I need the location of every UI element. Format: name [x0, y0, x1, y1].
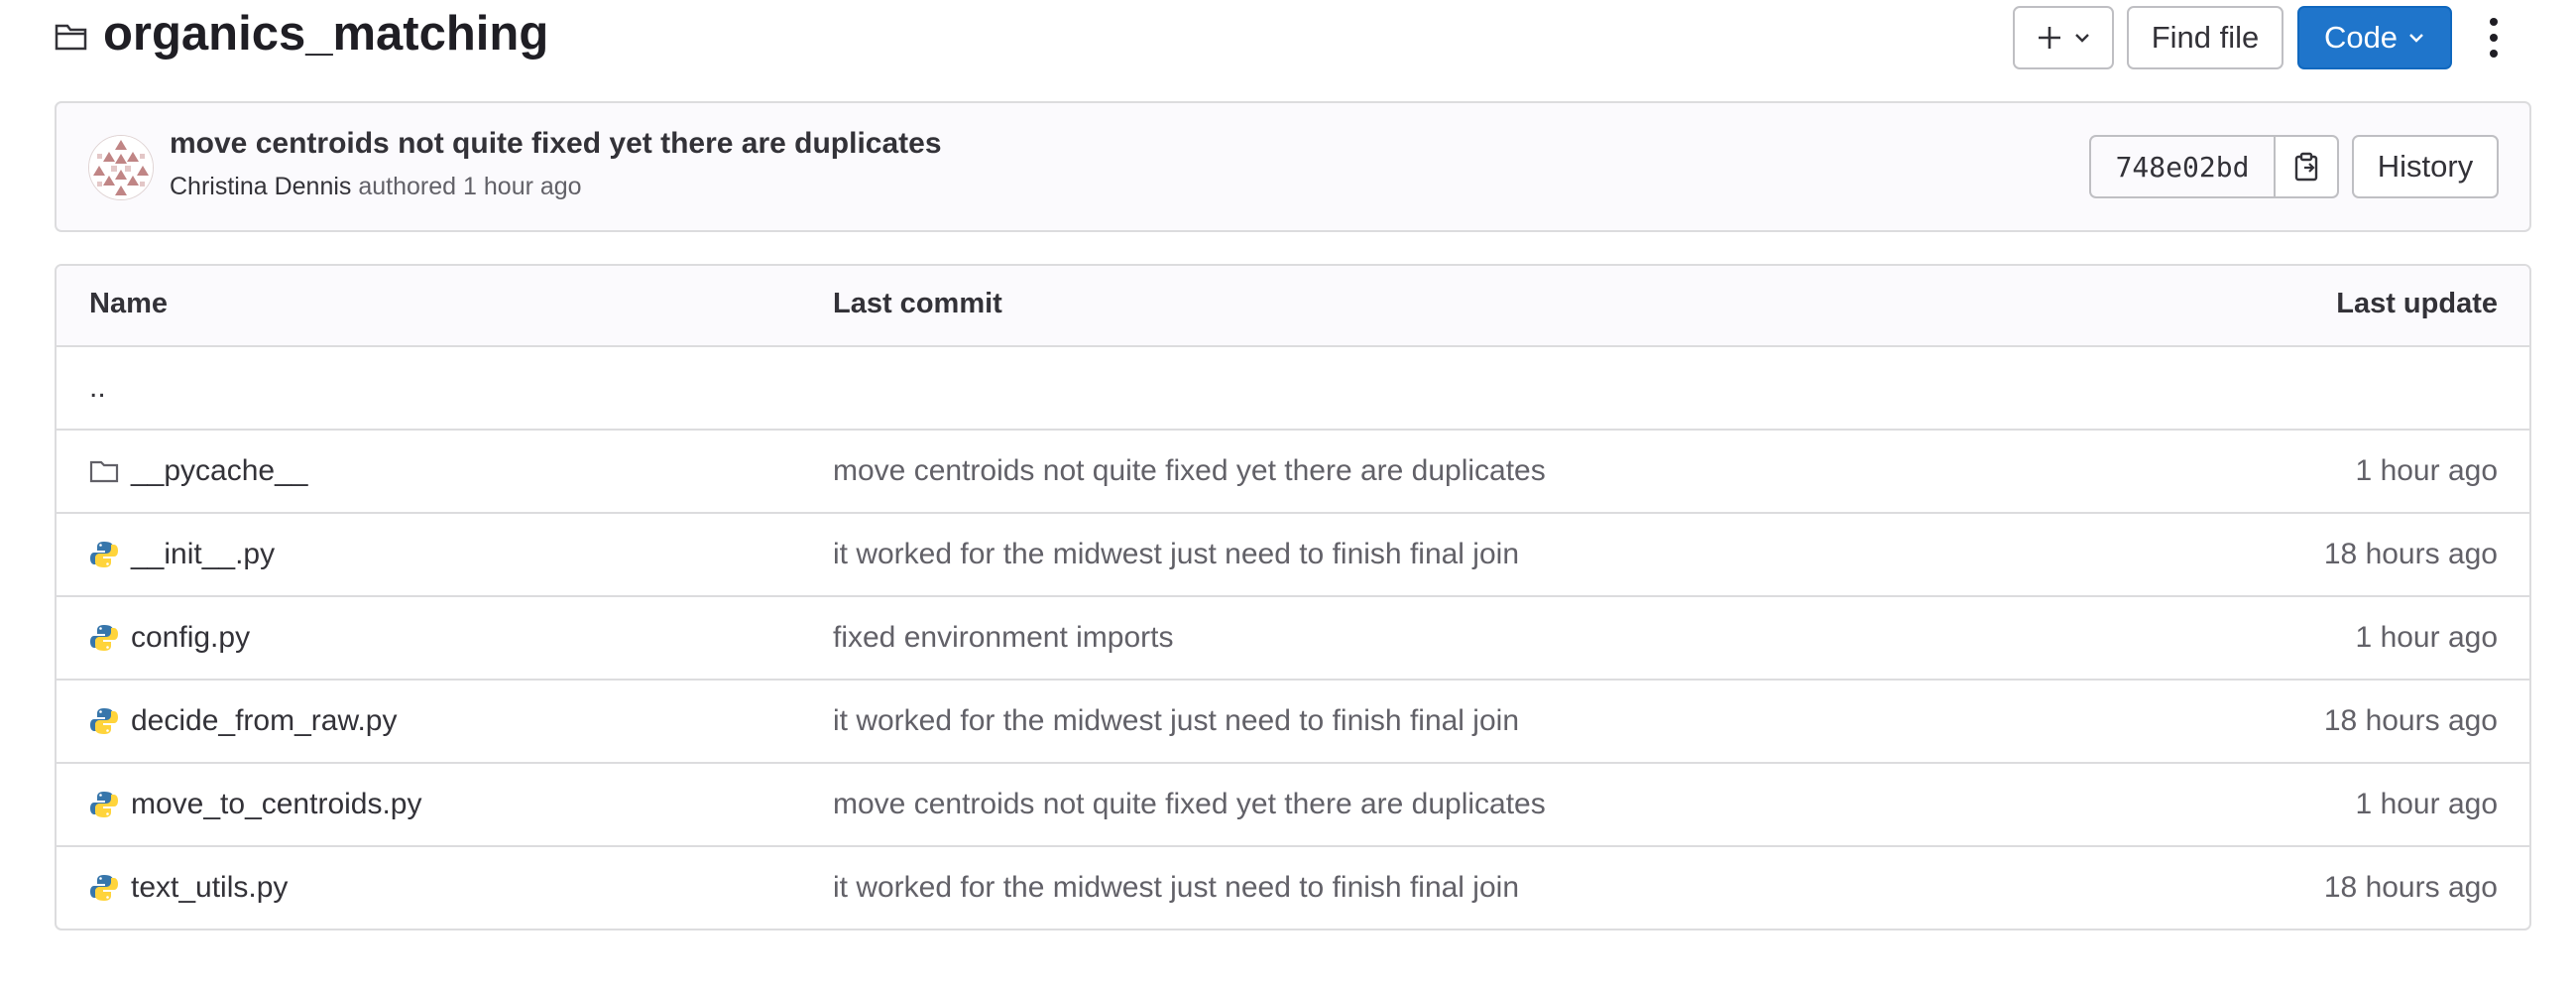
file-name[interactable]: text_utils.py — [131, 871, 288, 905]
code-dropdown-button[interactable]: Code — [2297, 6, 2452, 69]
file-name-cell[interactable]: text_utils.py — [89, 847, 288, 929]
copy-icon — [2294, 152, 2318, 182]
commit-title[interactable]: move centroids not quite fixed yet there… — [170, 127, 942, 161]
parent-directory-link[interactable]: .. — [89, 347, 106, 429]
code-button-label: Code — [2323, 20, 2399, 55]
table-header: Name Last commit Last update — [57, 266, 2529, 347]
add-dropdown-button[interactable] — [2013, 6, 2114, 69]
plus-icon — [2039, 27, 2060, 49]
history-button[interactable]: History — [2352, 135, 2499, 198]
authored-label: authored — [358, 173, 457, 200]
header-last-update: Last update — [2336, 288, 2498, 319]
last-update-time: 1 hour ago — [2355, 454, 2498, 487]
last-commit-panel: move centroids not quite fixed yet there… — [55, 101, 2531, 232]
python-file-icon — [90, 792, 118, 817]
avatar[interactable] — [88, 135, 154, 200]
commit-message-link[interactable]: fixed environment imports — [833, 597, 1173, 679]
file-name[interactable]: config.py — [131, 621, 250, 655]
commit-message-link[interactable]: it worked for the midwest just need to f… — [833, 847, 1519, 929]
commit-message-link[interactable]: it worked for the midwest just need to f… — [833, 681, 1519, 762]
parent-directory-row[interactable]: .. — [57, 347, 2529, 431]
file-tree-table: Name Last commit Last update .. __pycach… — [55, 264, 2531, 930]
last-update-time: 1 hour ago — [2355, 788, 2498, 820]
file-name[interactable]: decide_from_raw.py — [131, 704, 397, 738]
chevron-down-icon — [2409, 34, 2423, 43]
commit-message-link[interactable]: it worked for the midwest just need to f… — [833, 514, 1519, 595]
python-file-icon — [90, 875, 118, 901]
last-update-time: 18 hours ago — [2323, 538, 2498, 570]
file-name-cell[interactable]: config.py — [89, 597, 250, 679]
commit-time: 1 hour ago — [463, 173, 582, 200]
file-name-cell[interactable]: decide_from_raw.py — [89, 681, 397, 762]
copy-sha-button[interactable] — [2274, 135, 2339, 198]
python-file-icon — [90, 542, 118, 567]
commit-message-link[interactable]: move centroids not quite fixed yet there… — [833, 431, 1546, 512]
chevron-down-icon — [2075, 34, 2089, 43]
commit-meta: Christina Dennis authored 1 hour ago — [170, 173, 582, 201]
last-update-time: 1 hour ago — [2355, 621, 2498, 654]
file-name-cell[interactable]: move_to_centroids.py — [89, 764, 422, 845]
last-update-time: 18 hours ago — [2323, 704, 2498, 737]
commit-message-link[interactable]: move centroids not quite fixed yet there… — [833, 764, 1546, 845]
find-file-button[interactable]: Find file — [2127, 6, 2283, 69]
folder-icon — [89, 460, 119, 483]
file-name[interactable]: __pycache__ — [131, 454, 307, 488]
last-update-time: 18 hours ago — [2323, 871, 2498, 904]
python-file-icon — [90, 625, 118, 651]
table-row[interactable]: __pycache__ move centroids not quite fix… — [57, 431, 2529, 514]
table-row[interactable]: move_to_centroids.py move centroids not … — [57, 764, 2529, 847]
header-last-commit: Last commit — [833, 288, 1002, 319]
file-name-cell[interactable]: __init__.py — [89, 514, 275, 595]
kebab-icon[interactable] — [2484, 14, 2504, 62]
file-name[interactable]: __init__.py — [131, 538, 275, 571]
table-row[interactable]: __init__.py it worked for the midwest ju… — [57, 514, 2529, 597]
python-file-icon — [90, 708, 118, 734]
table-row[interactable]: text_utils.py it worked for the midwest … — [57, 847, 2529, 929]
commit-sha-group: 748e02bd — [2089, 135, 2339, 198]
commit-sha[interactable]: 748e02bd — [2089, 135, 2274, 198]
header-name: Name — [89, 288, 168, 319]
file-name[interactable]: move_to_centroids.py — [131, 788, 422, 821]
file-name-cell[interactable]: __pycache__ — [89, 431, 307, 512]
commit-author[interactable]: Christina Dennis — [170, 173, 351, 200]
table-row[interactable]: decide_from_raw.py it worked for the mid… — [57, 681, 2529, 764]
table-row[interactable]: config.py fixed environment imports 1 ho… — [57, 597, 2529, 681]
page-title: organics_matching — [103, 7, 549, 61]
repo-header: organics_matching Find file Code — [55, 0, 2533, 75]
folder-open-icon — [55, 24, 87, 51]
